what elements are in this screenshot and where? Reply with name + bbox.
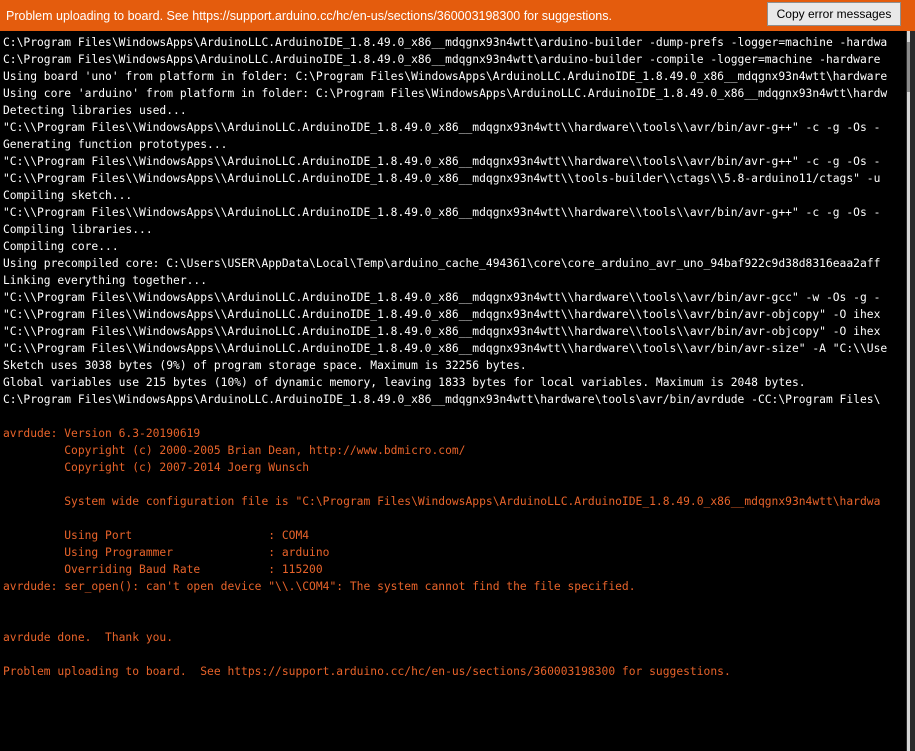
console-line: "C:\\Program Files\\WindowsApps\\Arduino… (3, 121, 881, 134)
error-notification-bar: Problem uploading to board. See https://… (0, 0, 915, 31)
console-line: Using Port : COM4 (3, 529, 310, 542)
console-line: "C:\\Program Files\\WindowsApps\\Arduino… (3, 206, 881, 219)
console-line: Using core 'arduino' from platform in fo… (3, 87, 888, 100)
console-scrollbar[interactable] (907, 31, 910, 751)
console-line: Copyright (c) 2000-2005 Brian Dean, http… (3, 444, 466, 457)
console-line: Using Programmer : arduino (3, 546, 330, 559)
console-line: C:\Program Files\WindowsApps\ArduinoLLC.… (3, 53, 881, 66)
console-line: Problem uploading to board. See https://… (3, 665, 731, 678)
console-line: Using board 'uno' from platform in folde… (3, 70, 888, 83)
console-line: Compiling core... (3, 240, 119, 253)
console-line: "C:\\Program Files\\WindowsApps\\Arduino… (3, 342, 888, 355)
console-line: avrdude: Version 6.3-20190619 (3, 427, 201, 440)
console-line: "C:\\Program Files\\WindowsApps\\Arduino… (3, 155, 881, 168)
console-line: "C:\\Program Files\\WindowsApps\\Arduino… (3, 325, 881, 338)
console-line: C:\Program Files\WindowsApps\ArduinoLLC.… (3, 393, 881, 406)
error-message: Problem uploading to board. See https://… (6, 9, 612, 23)
console-line: Overriding Baud Rate : 115200 (3, 563, 323, 576)
console-line: C:\Program Files\WindowsApps\ArduinoLLC.… (3, 36, 888, 49)
console-scrollbar-thumb[interactable] (907, 42, 910, 92)
console-line: "C:\\Program Files\\WindowsApps\\Arduino… (3, 308, 881, 321)
console-output[interactable]: C:\Program Files\WindowsApps\ArduinoLLC.… (0, 31, 906, 751)
console-line: Using precompiled core: C:\Users\USER\Ap… (3, 257, 881, 270)
console-line: Detecting libraries used... (3, 104, 187, 117)
console-lines: C:\Program Files\WindowsApps\ArduinoLLC.… (3, 34, 906, 680)
console-line: Generating function prototypes... (3, 138, 228, 151)
console-line: Compiling sketch... (3, 189, 133, 202)
console-line: Compiling libraries... (3, 223, 153, 236)
console-line: Global variables use 215 bytes (10%) of … (3, 376, 806, 389)
console-line: avrdude: ser_open(): can't open device "… (3, 580, 636, 593)
copy-error-messages-button[interactable]: Copy error messages (767, 2, 901, 26)
console-line: Linking everything together... (3, 274, 208, 287)
console-line: "C:\\Program Files\\WindowsApps\\Arduino… (3, 291, 881, 304)
console-line: avrdude done. Thank you. (3, 631, 174, 644)
console-line: "C:\\Program Files\\WindowsApps\\Arduino… (3, 172, 881, 185)
console-line: Sketch uses 3038 bytes (9%) of program s… (3, 359, 527, 372)
console-line: System wide configuration file is "C:\Pr… (3, 495, 881, 508)
console-line: Copyright (c) 2007-2014 Joerg Wunsch (3, 461, 310, 474)
